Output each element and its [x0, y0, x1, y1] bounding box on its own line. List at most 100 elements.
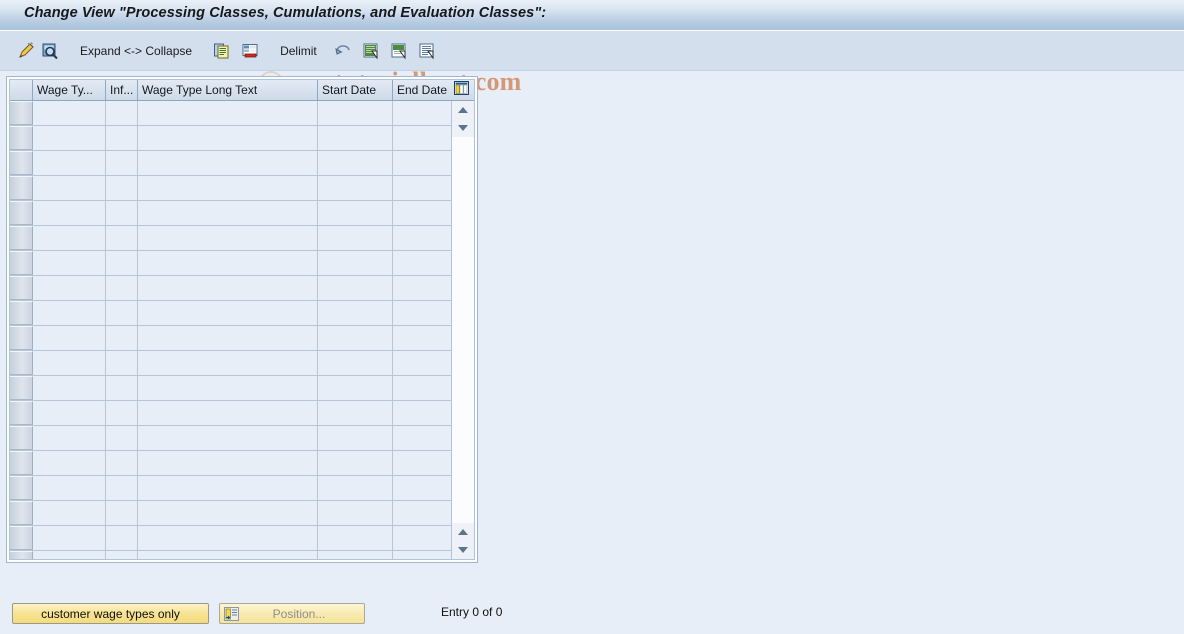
table-cell[interactable]	[138, 301, 318, 325]
table-row[interactable]	[10, 151, 451, 176]
table-cell[interactable]	[33, 226, 106, 250]
table-cell[interactable]	[33, 401, 106, 425]
table-header-start-date[interactable]: Start Date	[318, 80, 393, 100]
table-cell[interactable]	[318, 101, 393, 125]
table-settings-button[interactable]	[452, 80, 474, 100]
table-cell[interactable]	[393, 176, 451, 200]
table-cell[interactable]	[33, 326, 106, 350]
table-cell[interactable]	[138, 126, 318, 150]
row-select-handle[interactable]	[10, 176, 33, 200]
table-row[interactable]	[10, 426, 451, 451]
table-row[interactable]	[10, 201, 451, 226]
table-cell[interactable]	[106, 326, 138, 350]
table-row[interactable]	[10, 401, 451, 426]
table-cell[interactable]	[393, 451, 451, 475]
table-cell[interactable]	[318, 476, 393, 500]
table-cell[interactable]	[106, 551, 138, 559]
table-cell[interactable]	[393, 226, 451, 250]
position-button[interactable]: Position...	[219, 603, 365, 624]
table-cell[interactable]	[318, 201, 393, 225]
table-cell[interactable]	[106, 251, 138, 275]
table-cell[interactable]	[33, 551, 106, 559]
table-header-infotype[interactable]: Inf...	[106, 80, 138, 100]
row-select-handle[interactable]	[10, 101, 33, 125]
table-cell[interactable]	[318, 501, 393, 525]
table-row[interactable]	[10, 276, 451, 301]
table-cell[interactable]	[318, 526, 393, 550]
row-select-handle[interactable]	[10, 376, 33, 400]
table-cell[interactable]	[138, 226, 318, 250]
row-select-handle[interactable]	[10, 301, 33, 325]
table-row[interactable]	[10, 451, 451, 476]
table-row[interactable]	[10, 501, 451, 526]
table-row[interactable]	[10, 351, 451, 376]
table-cell[interactable]	[138, 351, 318, 375]
table-header-end-date[interactable]: End Date	[393, 80, 452, 100]
row-select-handle[interactable]	[10, 401, 33, 425]
table-cell[interactable]	[318, 251, 393, 275]
scroll-up-button[interactable]	[452, 101, 474, 119]
table-row[interactable]	[10, 126, 451, 151]
table-cell[interactable]	[393, 201, 451, 225]
table-cell[interactable]	[33, 476, 106, 500]
table-cell[interactable]	[318, 551, 393, 559]
select-all-button[interactable]	[359, 38, 383, 64]
scroll-page-down-button[interactable]	[452, 523, 474, 541]
table-cell[interactable]	[393, 376, 451, 400]
table-cell[interactable]	[393, 401, 451, 425]
table-cell[interactable]	[106, 526, 138, 550]
table-cell[interactable]	[106, 101, 138, 125]
deselect-all-button[interactable]	[387, 38, 411, 64]
table-cell[interactable]	[106, 301, 138, 325]
table-cell[interactable]	[138, 176, 318, 200]
table-cell[interactable]	[33, 426, 106, 450]
table-cell[interactable]	[138, 326, 318, 350]
table-cell[interactable]	[138, 501, 318, 525]
row-select-handle[interactable]	[10, 526, 33, 550]
row-select-handle[interactable]	[10, 251, 33, 275]
table-cell[interactable]	[318, 451, 393, 475]
table-cell[interactable]	[138, 101, 318, 125]
table-header-select-all-cell[interactable]	[10, 80, 33, 100]
table-cell[interactable]	[318, 176, 393, 200]
details-button[interactable]	[38, 38, 62, 64]
table-cell[interactable]	[138, 376, 318, 400]
table-cell[interactable]	[318, 426, 393, 450]
table-cell[interactable]	[33, 301, 106, 325]
table-cell[interactable]	[318, 126, 393, 150]
table-cell[interactable]	[33, 126, 106, 150]
table-row[interactable]	[10, 376, 451, 401]
table-cell[interactable]	[393, 351, 451, 375]
table-cell[interactable]	[138, 401, 318, 425]
table-cell[interactable]	[138, 201, 318, 225]
table-row[interactable]	[10, 526, 451, 551]
table-cell[interactable]	[393, 151, 451, 175]
table-row[interactable]	[10, 176, 451, 201]
table-cell[interactable]	[138, 551, 318, 559]
table-cell[interactable]	[106, 276, 138, 300]
table-cell[interactable]	[33, 376, 106, 400]
row-select-handle[interactable]	[10, 276, 33, 300]
undo-button[interactable]	[331, 38, 355, 64]
table-row[interactable]	[10, 551, 451, 559]
table-cell[interactable]	[106, 401, 138, 425]
scrollbar-track[interactable]	[452, 137, 474, 523]
scroll-page-up-button[interactable]	[452, 119, 474, 137]
table-row[interactable]	[10, 226, 451, 251]
table-cell[interactable]	[318, 351, 393, 375]
table-cell[interactable]	[106, 501, 138, 525]
table-cell[interactable]	[33, 151, 106, 175]
table-cell[interactable]	[106, 226, 138, 250]
delete-row-button[interactable]	[238, 38, 262, 64]
table-cell[interactable]	[393, 501, 451, 525]
table-row[interactable]	[10, 251, 451, 276]
table-cell[interactable]	[318, 301, 393, 325]
table-cell[interactable]	[33, 276, 106, 300]
table-cell[interactable]	[33, 251, 106, 275]
table-cell[interactable]	[393, 551, 451, 559]
row-select-handle[interactable]	[10, 201, 33, 225]
table-cell[interactable]	[33, 176, 106, 200]
table-cell[interactable]	[138, 476, 318, 500]
row-select-handle[interactable]	[10, 476, 33, 500]
table-cell[interactable]	[33, 101, 106, 125]
